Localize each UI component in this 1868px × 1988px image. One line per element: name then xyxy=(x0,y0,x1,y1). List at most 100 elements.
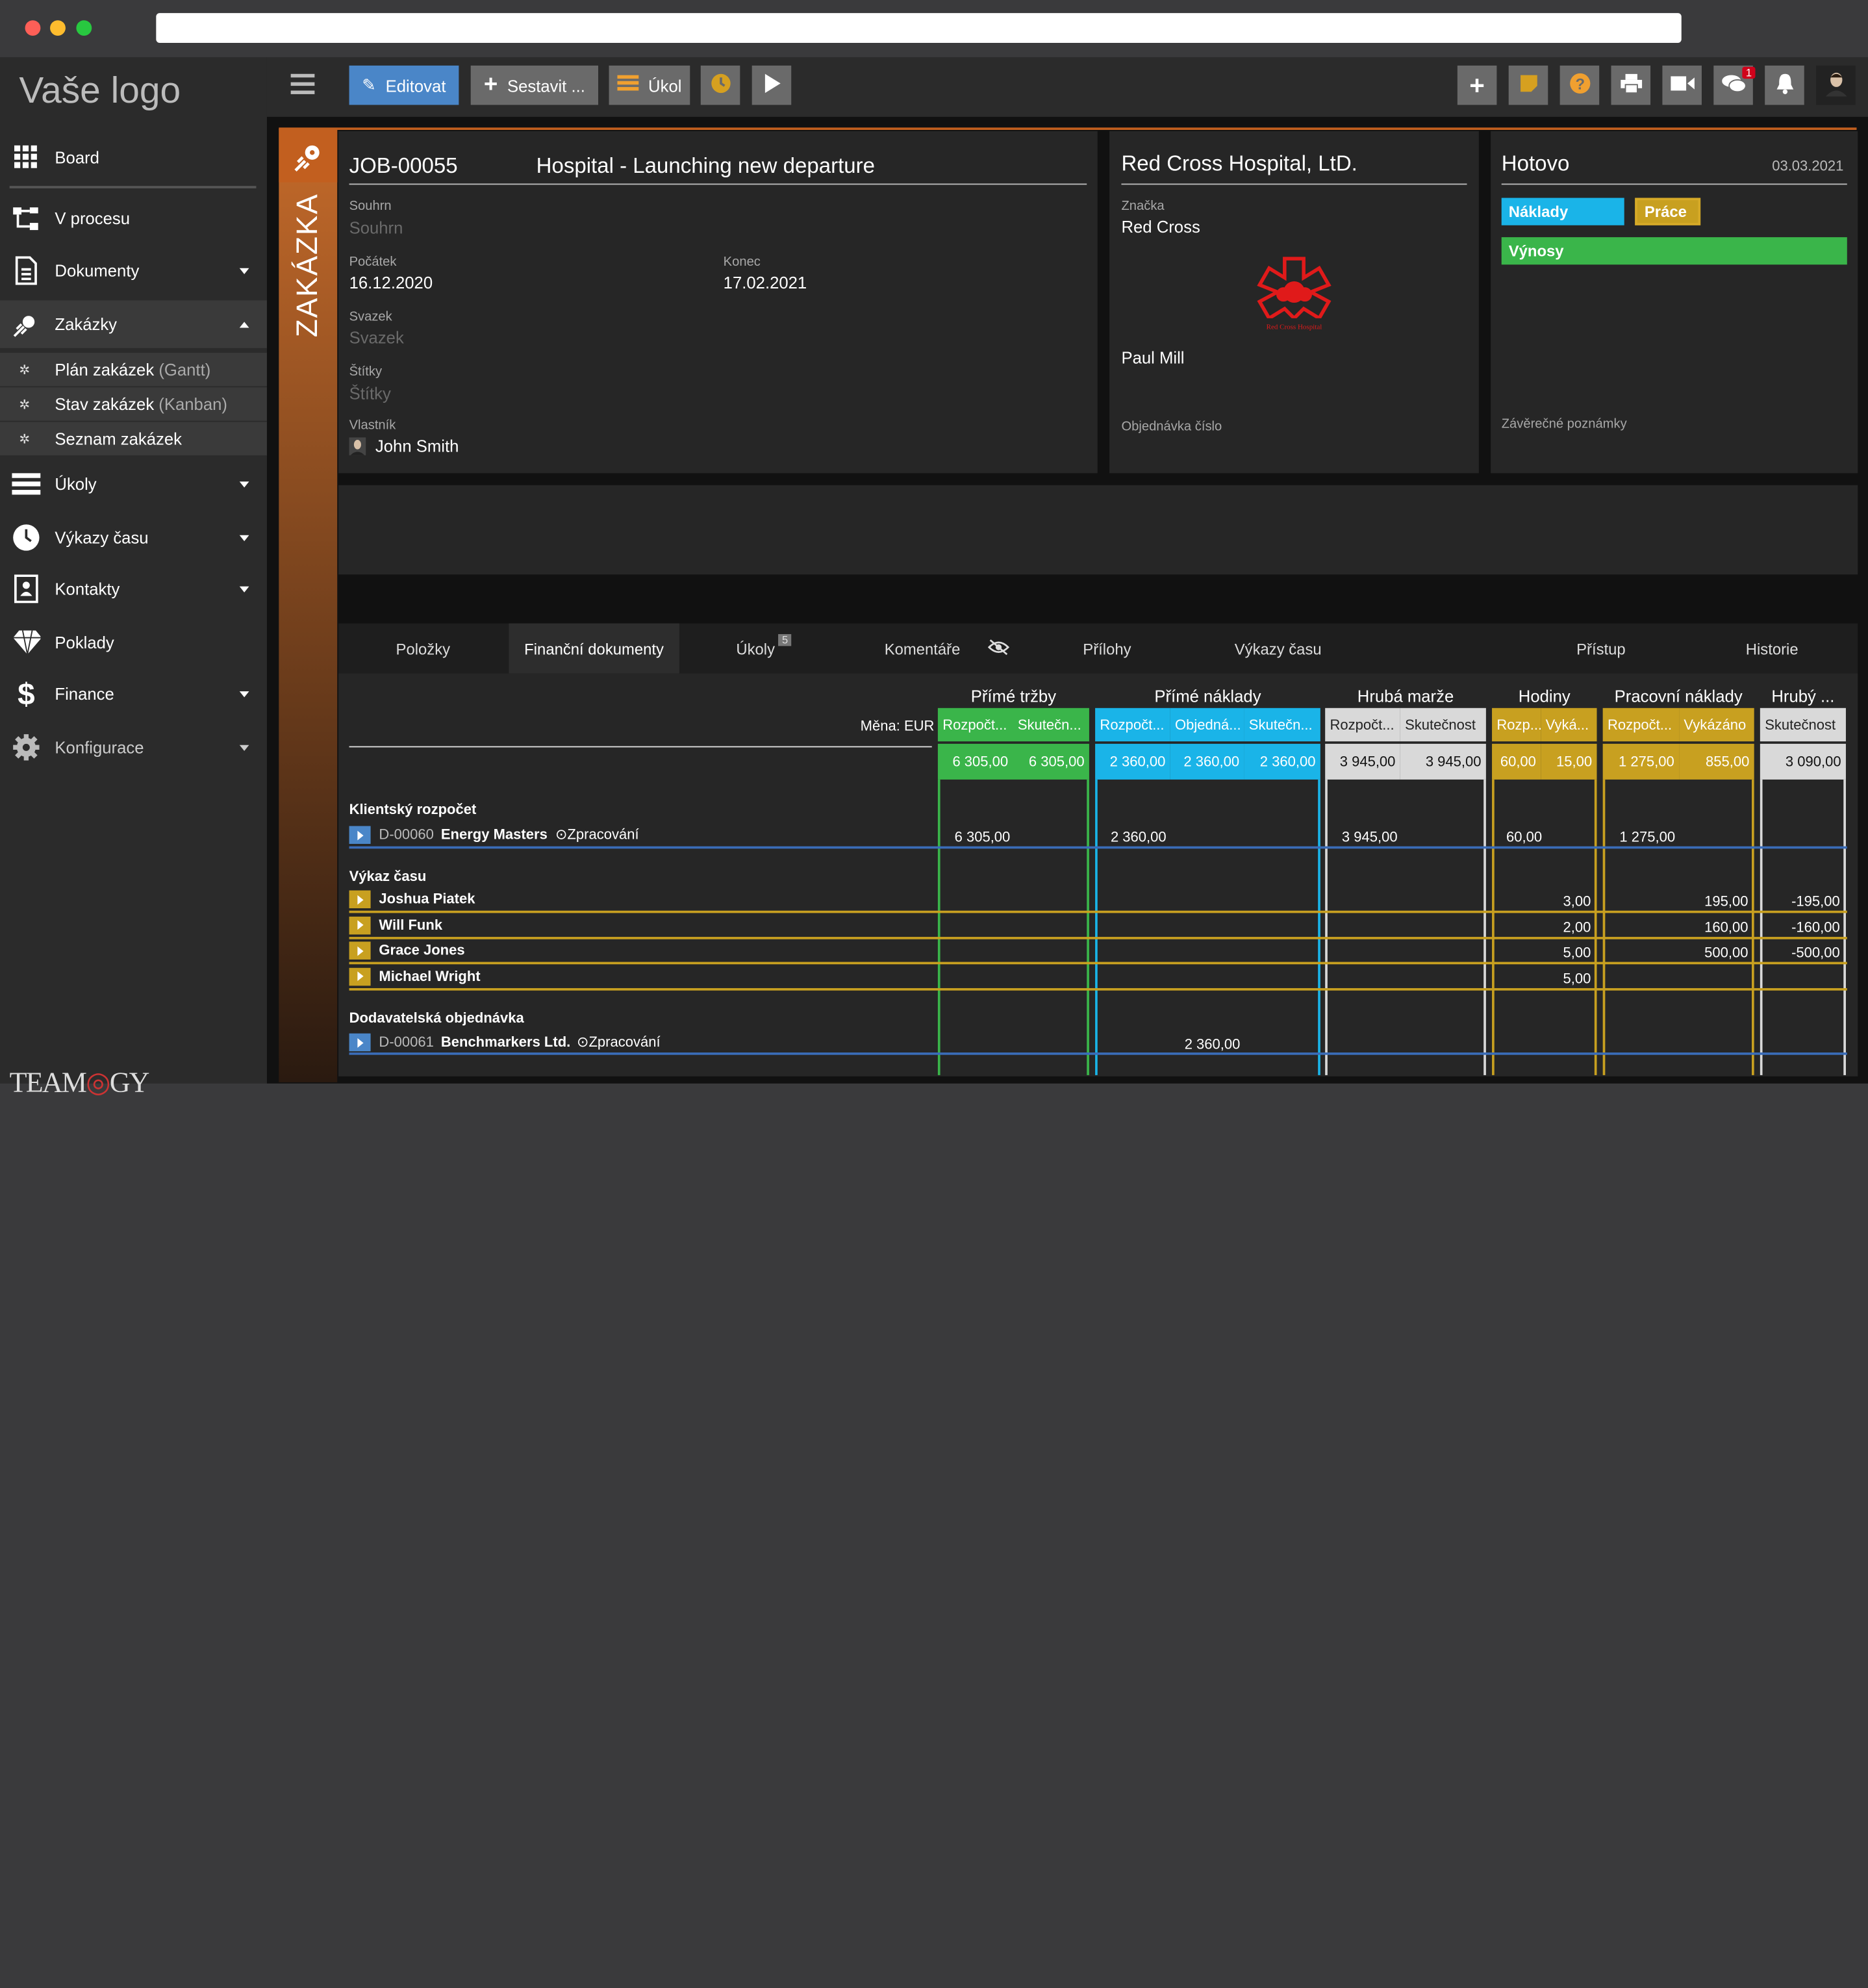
start-date-field[interactable]: 16.12.2020 xyxy=(349,273,433,292)
contact-field[interactable]: Paul Mill xyxy=(1121,348,1184,367)
browser-chrome xyxy=(0,0,1868,58)
expand-button[interactable] xyxy=(349,890,371,909)
notes-label: Závěrečné poznámky xyxy=(1501,417,1627,432)
total-cell: 1 275,00 xyxy=(1602,743,1680,780)
sidebar-subitem-list[interactable]: ✲ Seznam zakázek xyxy=(0,422,267,455)
doc-code[interactable]: D-00061 xyxy=(379,1034,433,1051)
tab-history[interactable]: Historie xyxy=(1686,624,1858,674)
subheader[interactable]: Skutečnost xyxy=(1400,707,1486,742)
user-avatar[interactable] xyxy=(1816,65,1856,105)
status-title[interactable]: Hotovo xyxy=(1502,151,1570,177)
total-cell: 2 360,00 xyxy=(1095,743,1170,780)
doc-name[interactable]: Energy Masters xyxy=(441,826,548,843)
tab-access[interactable]: Přístup xyxy=(1516,624,1686,674)
subheader[interactable]: Rozpočt... xyxy=(1602,707,1680,742)
tags-field[interactable]: Štítky xyxy=(349,384,391,403)
tab-items[interactable]: Položky xyxy=(338,624,508,674)
expand-button[interactable] xyxy=(349,915,371,934)
print-button[interactable] xyxy=(1611,65,1651,105)
expand-button[interactable] xyxy=(349,967,371,986)
client-name[interactable]: Red Cross Hospital, LtD. xyxy=(1121,151,1357,177)
sidebar-item-label: Zakázky xyxy=(55,314,118,334)
close-window-button[interactable] xyxy=(25,20,41,36)
help-button[interactable]: ? xyxy=(1559,65,1600,105)
owner-label: Vlastník xyxy=(349,418,396,433)
timer-button[interactable] xyxy=(700,65,740,105)
add-button[interactable]: + xyxy=(1457,65,1497,105)
subheader[interactable]: Skutečn... xyxy=(1244,707,1320,742)
tab-financial-documents[interactable]: Finanční dokumenty xyxy=(509,623,679,674)
subheader[interactable]: Rozp... xyxy=(1492,707,1541,742)
hide-comments-toggle[interactable] xyxy=(982,624,1015,674)
sidebar-subitem-label: Stav zakázek xyxy=(55,394,155,414)
expand-button[interactable] xyxy=(349,826,371,844)
tab-comments[interactable]: Komentáře xyxy=(848,624,996,674)
cell: 1 275,00 xyxy=(1619,828,1676,845)
chevron-up-icon xyxy=(239,321,249,327)
edit-button[interactable]: ✎ Editovat xyxy=(349,65,459,105)
rocket-icon xyxy=(279,129,338,183)
hamburger-menu-icon[interactable] xyxy=(290,73,315,96)
chat-icon xyxy=(1721,74,1746,97)
sidebar-item-label: Výkazy času xyxy=(55,528,149,548)
expand-button[interactable] xyxy=(349,1033,371,1052)
chat-button[interactable]: 1 xyxy=(1713,65,1756,105)
tab-tasks[interactable]: Úkoly 5 xyxy=(679,624,849,674)
doc-name[interactable]: Benchmarkers Ltd. xyxy=(441,1034,570,1051)
maximize-window-button[interactable] xyxy=(76,20,92,36)
sidebar-subitem-hint: (Gantt) xyxy=(158,360,211,379)
job-card: JOB-00055 Hospital - Launching new depar… xyxy=(338,131,1098,474)
sidebar-item-tasks[interactable]: Úkoly xyxy=(0,460,267,507)
sidebar-subitem-gantt[interactable]: ✲ Plán zakázek (Gantt) xyxy=(0,353,267,387)
subheader[interactable]: Vyká... xyxy=(1541,707,1597,742)
plus-icon: + xyxy=(483,71,498,98)
tab-label: Finanční dokumenty xyxy=(524,639,664,657)
video-call-button[interactable] xyxy=(1662,65,1702,105)
tab-label: Přístup xyxy=(1576,639,1626,657)
tab-timesheets[interactable]: Výkazy času xyxy=(1192,624,1365,674)
bundle-field[interactable]: Svazek xyxy=(349,328,404,347)
subheader[interactable]: Rozpočt... xyxy=(937,707,1013,742)
play-circle-icon: ⊙ xyxy=(576,1033,589,1051)
group-header: Přímé tržby xyxy=(970,686,1057,706)
address-bar[interactable] xyxy=(156,13,1682,44)
sidebar-item-finance[interactable]: $ Finance xyxy=(0,670,267,717)
build-label: Sestavit ... xyxy=(507,75,585,95)
end-date-field[interactable]: 17.02.2021 xyxy=(724,273,807,292)
sidebar-item-timesheets[interactable]: Výkazy času xyxy=(0,514,267,561)
person-name[interactable]: Will Funk xyxy=(379,916,442,933)
tab-attachments[interactable]: Přílohy xyxy=(1022,624,1192,674)
subheader[interactable]: Vykázáno xyxy=(1679,707,1754,742)
sidebar-item-board[interactable]: Board xyxy=(0,133,267,181)
total-cell: 60,00 xyxy=(1492,743,1541,780)
owner-field[interactable]: John Smith xyxy=(375,437,459,455)
sidebar-item-in-process[interactable]: V procesu xyxy=(0,194,267,242)
notifications-button[interactable] xyxy=(1765,65,1804,105)
subheader[interactable]: Objedná... xyxy=(1170,707,1244,742)
task-button[interactable]: Úkol xyxy=(609,65,690,105)
sidebar-item-configuration[interactable]: Konfigurace xyxy=(0,724,267,771)
job-name[interactable]: Hospital - Launching new departure xyxy=(536,154,875,179)
subheader[interactable]: Rozpočt... xyxy=(1095,707,1170,742)
section-title-supplier: Dodavatelská objednávka xyxy=(349,1009,524,1026)
subheader[interactable]: Rozpočt... xyxy=(1325,707,1400,742)
person-name[interactable]: Joshua Piatek xyxy=(379,891,475,908)
summary-field[interactable]: Souhrn xyxy=(349,218,403,237)
sidebar-item-treasures[interactable]: Poklady xyxy=(0,618,267,666)
owner-avatar xyxy=(349,437,366,455)
person-name[interactable]: Grace Jones xyxy=(379,941,464,958)
expand-button[interactable] xyxy=(349,941,371,960)
sidebar-item-documents[interactable]: Dokumenty xyxy=(0,247,267,294)
subheader[interactable]: Skutečn... xyxy=(1013,707,1089,742)
sticky-note-button[interactable] xyxy=(1508,65,1548,105)
sidebar-subitem-kanban[interactable]: ✲ Stav zakázek (Kanban) xyxy=(0,387,267,421)
sidebar-item-jobs[interactable]: Zakázky xyxy=(0,300,267,348)
brand-field[interactable]: Red Cross xyxy=(1121,217,1200,236)
subheader[interactable]: Skutečnost xyxy=(1760,707,1846,742)
sidebar-item-contacts[interactable]: Kontakty xyxy=(0,565,267,613)
build-button[interactable]: + Sestavit ... xyxy=(470,65,599,105)
person-name[interactable]: Michael Wright xyxy=(379,967,480,984)
minimize-window-button[interactable] xyxy=(50,20,66,36)
doc-code[interactable]: D-00060 xyxy=(379,826,433,843)
play-button[interactable] xyxy=(751,65,792,105)
